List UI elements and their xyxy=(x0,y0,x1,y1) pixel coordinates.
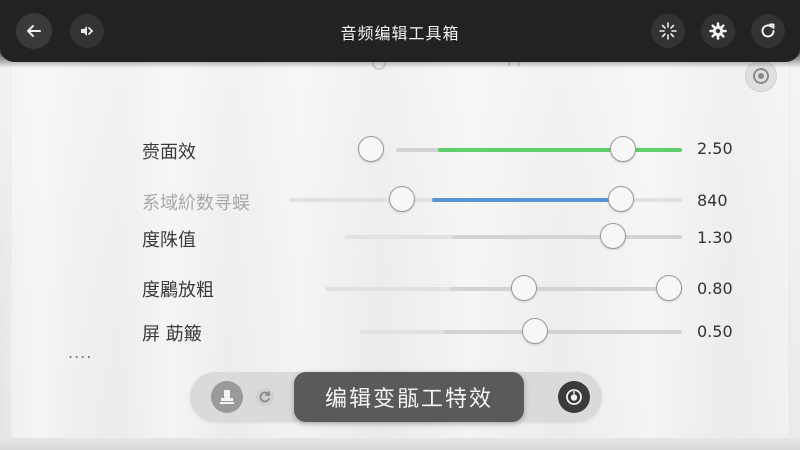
slider-row: 度鷵放粗 0.80 xyxy=(0,268,800,308)
gear-icon xyxy=(709,22,727,40)
sparkle-icon xyxy=(659,22,677,40)
header: 音频编辑工具箱 xyxy=(0,0,800,68)
audio-forward-icon xyxy=(81,26,94,36)
back-button[interactable] xyxy=(16,13,52,49)
slider-track-active xyxy=(444,330,682,334)
slider-label: 度鷵放粗 xyxy=(142,280,214,301)
slider-value: 0.80 xyxy=(697,279,733,298)
slider-thumb[interactable] xyxy=(610,136,636,162)
slider-label: 度陎值 xyxy=(142,230,196,251)
slider-thumb[interactable] xyxy=(600,223,626,249)
slider-fill xyxy=(438,148,682,152)
refresh-button[interactable] xyxy=(751,14,785,48)
slider-value: 0.50 xyxy=(697,322,733,341)
slider-row: 度陎值 1.30 xyxy=(0,218,800,258)
power-icon xyxy=(566,389,582,405)
bottom-strip xyxy=(0,438,800,450)
slider-thumb-min[interactable] xyxy=(511,275,537,301)
slider-label: 系域紒数寻蜈 xyxy=(142,193,250,214)
more-indicator[interactable]: .... xyxy=(68,343,92,362)
slider-thumb-min[interactable] xyxy=(389,186,415,212)
slider-track-active xyxy=(452,235,682,239)
slider-value: 1.30 xyxy=(697,228,733,247)
slider-row: 赍面效 2.50 xyxy=(0,130,800,170)
stamp-icon xyxy=(220,390,234,404)
slider-label: 屏 莇簸 xyxy=(142,324,202,345)
slider-track-active xyxy=(450,287,682,291)
slider-row: 屏 莇簸 0.50 xyxy=(0,312,800,352)
slider-value: 840 xyxy=(697,191,728,210)
slider-thumb[interactable] xyxy=(656,275,682,301)
audio-forward-button[interactable] xyxy=(70,14,104,48)
cycle-button[interactable] xyxy=(249,381,281,413)
settings-button[interactable] xyxy=(701,14,735,48)
apply-effect-button[interactable]: 编辑变瓹工特效 xyxy=(294,372,524,422)
arrow-left-icon xyxy=(27,25,41,37)
refresh-icon xyxy=(761,23,775,38)
slider-value: 2.50 xyxy=(697,139,733,158)
stamp-button[interactable] xyxy=(211,381,243,413)
slider-thumb[interactable] xyxy=(522,318,548,344)
sparkle-button[interactable] xyxy=(651,14,685,48)
slider-thumb[interactable] xyxy=(608,186,634,212)
slider-label: 赍面效 xyxy=(142,142,196,163)
cycle-icon xyxy=(256,388,274,406)
slider-thumb-min[interactable] xyxy=(358,136,384,162)
power-button[interactable] xyxy=(558,381,590,413)
slider-row: 系域紒数寻蜈 840 xyxy=(0,181,800,221)
slider-fill xyxy=(432,198,622,202)
